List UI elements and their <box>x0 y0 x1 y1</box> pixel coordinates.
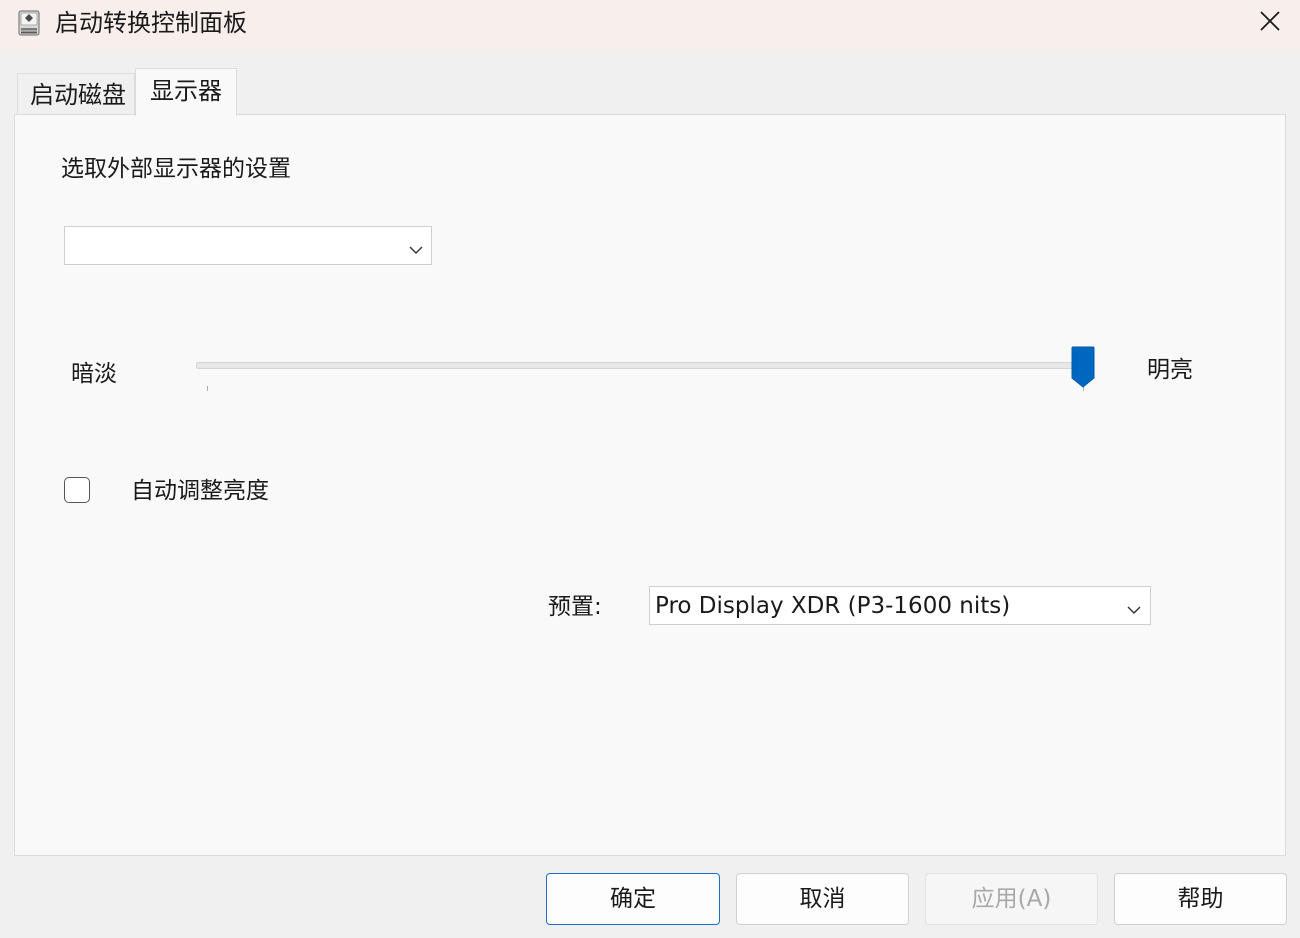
ok-button[interactable]: 确定 <box>546 873 720 925</box>
tab-startup-disk-label: 启动磁盘 <box>30 81 126 109</box>
cancel-button[interactable]: 取消 <box>736 873 909 925</box>
monitor-select[interactable] <box>64 226 432 265</box>
slider-tick-min <box>207 386 208 391</box>
title-bar: 启动转换控制面板 <box>0 0 1300 50</box>
auto-brightness-label: 自动调整亮度 <box>131 478 269 504</box>
help-button[interactable]: 帮助 <box>1114 873 1287 925</box>
chevron-down-icon <box>409 240 423 259</box>
preset-select[interactable]: Pro Display XDR (P3-1600 nits) <box>649 586 1151 625</box>
preset-select-value: Pro Display XDR (P3-1600 nits) <box>655 593 1011 619</box>
window-title: 启动转换控制面板 <box>55 9 247 37</box>
brightness-slider-thumb[interactable] <box>1071 346 1095 388</box>
auto-brightness-checkbox[interactable] <box>64 477 90 503</box>
bootcamp-disk-icon <box>18 10 40 36</box>
brightness-slider-track[interactable] <box>196 362 1086 369</box>
tab-display[interactable]: 显示器 <box>135 68 237 116</box>
tab-display-label: 显示器 <box>150 77 222 105</box>
close-button[interactable] <box>1240 0 1300 46</box>
close-icon <box>1259 10 1281 36</box>
tab-startup-disk[interactable]: 启动磁盘 <box>17 73 135 114</box>
section-label: 选取外部显示器的设置 <box>61 156 291 182</box>
apply-button[interactable]: 应用(A) <box>925 873 1098 925</box>
brightness-min-label: 暗淡 <box>71 361 117 387</box>
brightness-max-label: 明亮 <box>1147 357 1193 383</box>
preset-label: 预置: <box>548 594 602 620</box>
chevron-down-icon <box>1127 600 1141 619</box>
